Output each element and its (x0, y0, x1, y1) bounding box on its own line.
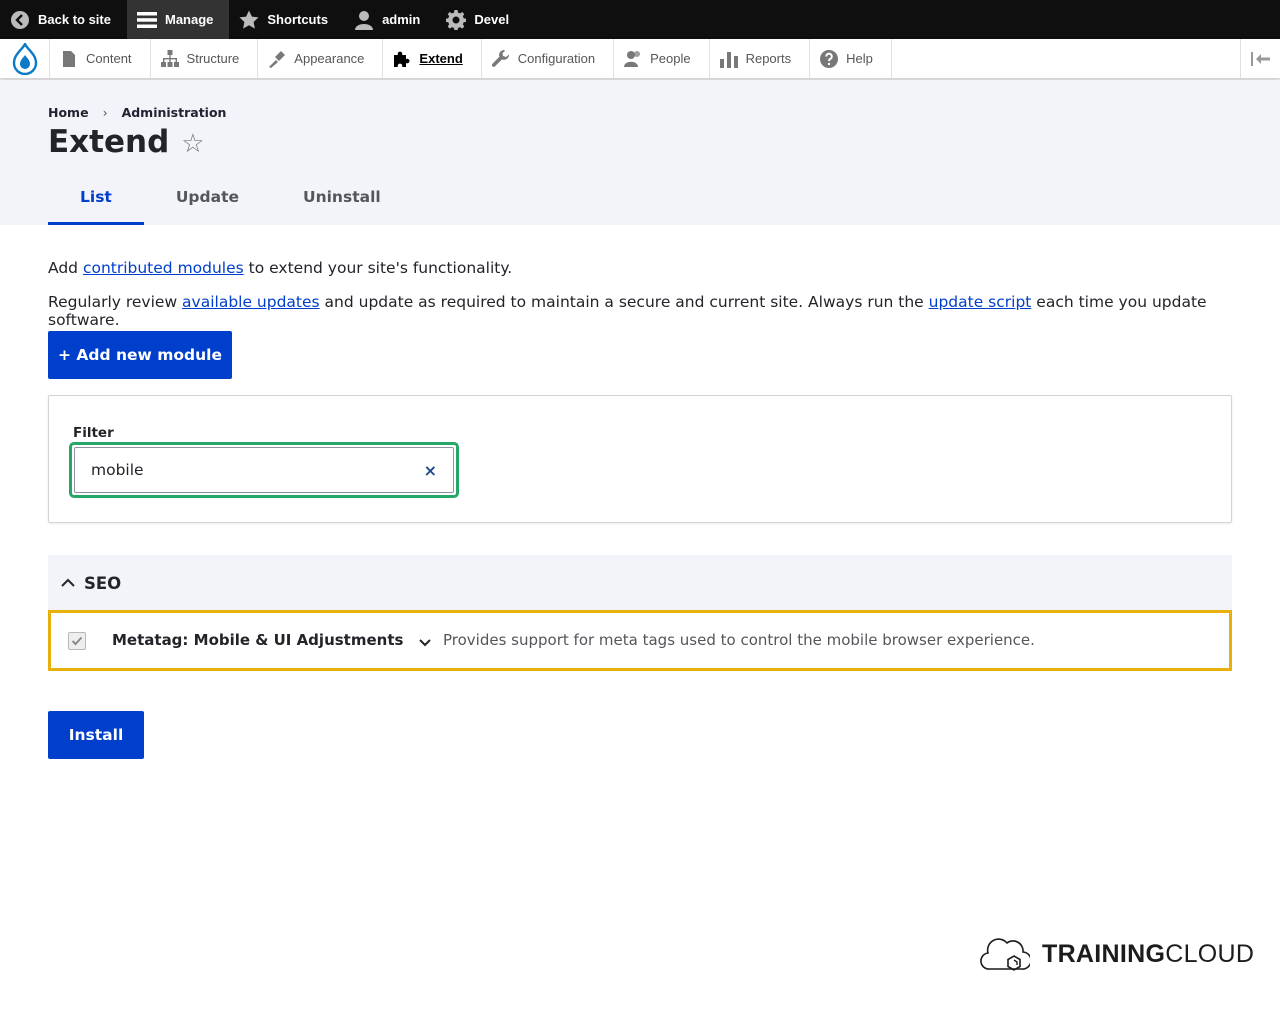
tray-item-label: Help (846, 51, 873, 66)
intro-text: Add (48, 259, 83, 277)
brand-text-bold: TRAINING (1042, 939, 1166, 968)
bar-chart-icon (719, 51, 738, 68)
module-row: Metatag: Mobile & UI Adjustments Provide… (48, 610, 1232, 671)
page-title-text: Extend (48, 124, 170, 160)
filter-input[interactable]: mobile × (74, 447, 454, 493)
clear-filter-icon[interactable]: × (424, 461, 437, 480)
brand-text-light: CLOUD (1165, 939, 1255, 968)
devel-link[interactable]: Devel (436, 0, 525, 39)
module-name: Metatag: Mobile & UI Adjustments (112, 631, 404, 649)
admin-toolbar: Back to site Manage Shortcuts admin Deve… (0, 0, 1280, 39)
tray-item-label: Reports (745, 51, 792, 66)
tray-item-extend[interactable]: Extend (383, 39, 482, 78)
update-script-link[interactable]: update script (929, 293, 1032, 311)
filter-label: Filter (73, 425, 114, 441)
tab-list[interactable]: List (48, 188, 144, 225)
page-header: Home › Administration Extend ☆ List Upda… (0, 80, 1280, 225)
tray-item-label: People (650, 51, 691, 66)
intro-text: to extend your site's functionality. (243, 259, 513, 277)
hamburger-menu-icon (136, 10, 157, 30)
tray-item-label: Extend (419, 51, 463, 66)
tray-item-structure[interactable]: Structure (151, 39, 259, 78)
breadcrumb-administration[interactable]: Administration (122, 105, 227, 120)
trainingcloud-logo: TRAININGCLOUD (980, 934, 1254, 974)
intro-line-1: Add contributed modules to extend your s… (48, 259, 512, 277)
user-icon (354, 10, 374, 30)
tray-item-help[interactable]: Help (810, 39, 892, 78)
manage-link[interactable]: Manage (126, 0, 230, 39)
install-button[interactable]: Install (48, 711, 144, 759)
available-updates-link[interactable]: available updates (182, 293, 320, 311)
group-title: SEO (84, 573, 122, 593)
chevron-down-icon[interactable] (417, 634, 433, 650)
tab-uninstall[interactable]: Uninstall (271, 188, 413, 225)
user-link[interactable]: admin (344, 0, 436, 39)
page-title: Extend ☆ (48, 124, 205, 160)
intro-text: and update as required to maintain a sec… (319, 293, 929, 311)
star-icon (239, 10, 259, 30)
help-icon (820, 49, 839, 68)
brand-text: TRAININGCLOUD (1042, 940, 1254, 969)
add-new-module-button[interactable]: + Add new module (48, 331, 232, 379)
contributed-modules-link[interactable]: contributed modules (83, 259, 244, 277)
filter-focus-ring: mobile × (69, 442, 459, 498)
intro-text: Regularly review (48, 293, 183, 311)
shortcuts-label: Shortcuts (267, 12, 329, 27)
tray-orientation-toggle[interactable] (1240, 39, 1280, 78)
people-icon (624, 50, 641, 67)
filter-input-value: mobile (91, 461, 144, 479)
paintbrush-icon (269, 50, 286, 68)
module-checkbox[interactable] (68, 632, 86, 650)
tray-item-label: Structure (186, 51, 240, 66)
breadcrumb-home[interactable]: Home (48, 105, 89, 120)
shortcut-star-icon[interactable]: ☆ (181, 129, 204, 159)
tray-item-people[interactable]: People (614, 39, 710, 78)
shortcuts-link[interactable]: Shortcuts (229, 0, 344, 39)
tray-item-appearance[interactable]: Appearance (258, 39, 384, 78)
back-to-site-link[interactable]: Back to site (0, 0, 127, 39)
collapse-arrow-icon (1250, 51, 1270, 66)
primary-tabs: List Update Uninstall (48, 188, 413, 225)
tray-item-reports[interactable]: Reports (710, 39, 811, 78)
drupal-logo-icon[interactable] (0, 39, 50, 78)
sitemap-icon (160, 49, 179, 67)
back-arrow-icon (10, 10, 30, 30)
filter-panel: Filter mobile × (48, 395, 1232, 523)
admin-menu-tray: Content Structure Appearance Extend Conf… (0, 39, 1280, 79)
tray-item-label: Appearance (294, 51, 365, 66)
manage-label: Manage (164, 12, 214, 27)
puzzle-icon (394, 51, 410, 67)
chevron-up-icon (61, 578, 75, 587)
wrench-icon (491, 49, 509, 67)
tray-item-content[interactable]: Content (50, 39, 151, 78)
breadcrumb: Home › Administration (48, 105, 226, 120)
devel-label: Devel (474, 12, 510, 27)
back-to-site-label: Back to site (38, 12, 111, 27)
user-label: admin (382, 12, 421, 27)
breadcrumb-separator: › (102, 105, 108, 120)
tab-update[interactable]: Update (144, 188, 271, 225)
tray-item-configuration[interactable]: Configuration (482, 39, 615, 78)
checkmark-icon (71, 636, 83, 646)
file-icon (63, 50, 75, 67)
tray-item-label: Content (86, 51, 132, 66)
intro-line-2: Regularly review available updates and u… (48, 293, 1280, 329)
module-description[interactable]: Provides support for meta tags used to c… (443, 631, 1035, 649)
module-group-seo[interactable]: SEO (48, 555, 1232, 611)
tray-item-label: Configuration (517, 51, 596, 66)
gear-icon (446, 9, 467, 30)
cloud-logo-icon (980, 938, 1030, 971)
